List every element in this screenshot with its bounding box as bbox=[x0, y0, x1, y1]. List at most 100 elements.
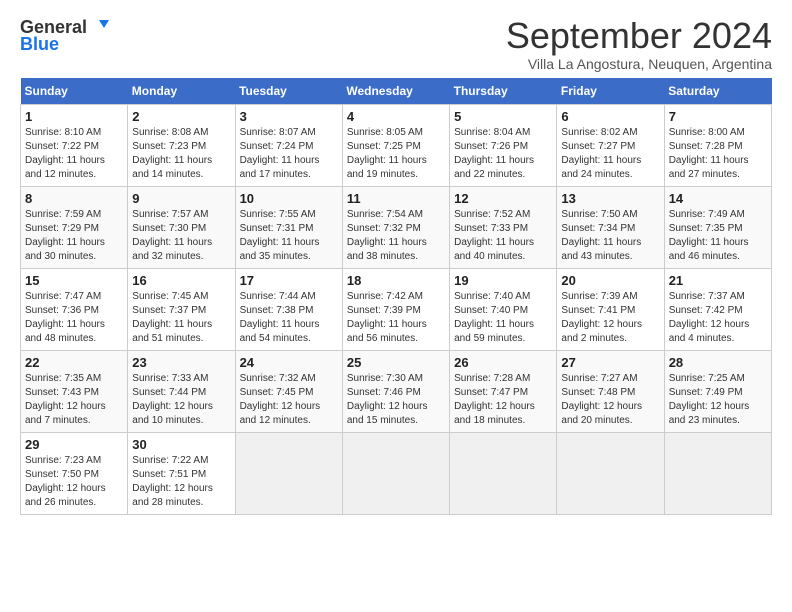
table-cell: 17 Sunrise: 7:44 AM Sunset: 7:38 PM Dayl… bbox=[235, 268, 342, 350]
day-number: 18 bbox=[347, 273, 445, 288]
month-title: September 2024 bbox=[506, 16, 772, 56]
day-info: Sunrise: 7:39 AM Sunset: 7:41 PM Dayligh… bbox=[561, 290, 659, 346]
day-number: 19 bbox=[454, 273, 552, 288]
day-number: 26 bbox=[454, 355, 552, 370]
logo: General Blue bbox=[20, 16, 111, 55]
day-info: Sunrise: 7:32 AM Sunset: 7:45 PM Dayligh… bbox=[240, 372, 338, 428]
table-cell bbox=[450, 432, 557, 514]
col-sunday: Sunday bbox=[21, 78, 128, 105]
day-info: Sunrise: 7:59 AM Sunset: 7:29 PM Dayligh… bbox=[25, 208, 123, 264]
calendar-row: 29 Sunrise: 7:23 AM Sunset: 7:50 PM Dayl… bbox=[21, 432, 772, 514]
day-info: Sunrise: 7:37 AM Sunset: 7:42 PM Dayligh… bbox=[669, 290, 767, 346]
table-cell: 28 Sunrise: 7:25 AM Sunset: 7:49 PM Dayl… bbox=[664, 350, 771, 432]
table-cell: 18 Sunrise: 7:42 AM Sunset: 7:39 PM Dayl… bbox=[342, 268, 449, 350]
table-cell: 26 Sunrise: 7:28 AM Sunset: 7:47 PM Dayl… bbox=[450, 350, 557, 432]
day-number: 15 bbox=[25, 273, 123, 288]
day-number: 4 bbox=[347, 109, 445, 124]
day-info: Sunrise: 7:35 AM Sunset: 7:43 PM Dayligh… bbox=[25, 372, 123, 428]
calendar-header-row: Sunday Monday Tuesday Wednesday Thursday… bbox=[21, 78, 772, 105]
day-number: 8 bbox=[25, 191, 123, 206]
day-number: 25 bbox=[347, 355, 445, 370]
day-number: 11 bbox=[347, 191, 445, 206]
day-number: 27 bbox=[561, 355, 659, 370]
table-cell: 7 Sunrise: 8:00 AM Sunset: 7:28 PM Dayli… bbox=[664, 104, 771, 186]
day-number: 5 bbox=[454, 109, 552, 124]
col-wednesday: Wednesday bbox=[342, 78, 449, 105]
table-cell: 21 Sunrise: 7:37 AM Sunset: 7:42 PM Dayl… bbox=[664, 268, 771, 350]
day-info: Sunrise: 7:52 AM Sunset: 7:33 PM Dayligh… bbox=[454, 208, 552, 264]
day-info: Sunrise: 7:42 AM Sunset: 7:39 PM Dayligh… bbox=[347, 290, 445, 346]
table-cell: 23 Sunrise: 7:33 AM Sunset: 7:44 PM Dayl… bbox=[128, 350, 235, 432]
table-cell: 12 Sunrise: 7:52 AM Sunset: 7:33 PM Dayl… bbox=[450, 186, 557, 268]
day-number: 23 bbox=[132, 355, 230, 370]
day-info: Sunrise: 7:54 AM Sunset: 7:32 PM Dayligh… bbox=[347, 208, 445, 264]
table-cell: 15 Sunrise: 7:47 AM Sunset: 7:36 PM Dayl… bbox=[21, 268, 128, 350]
day-number: 30 bbox=[132, 437, 230, 452]
day-info: Sunrise: 7:27 AM Sunset: 7:48 PM Dayligh… bbox=[561, 372, 659, 428]
day-info: Sunrise: 7:33 AM Sunset: 7:44 PM Dayligh… bbox=[132, 372, 230, 428]
col-friday: Friday bbox=[557, 78, 664, 105]
table-cell: 8 Sunrise: 7:59 AM Sunset: 7:29 PM Dayli… bbox=[21, 186, 128, 268]
day-info: Sunrise: 8:07 AM Sunset: 7:24 PM Dayligh… bbox=[240, 126, 338, 182]
day-number: 12 bbox=[454, 191, 552, 206]
day-info: Sunrise: 8:10 AM Sunset: 7:22 PM Dayligh… bbox=[25, 126, 123, 182]
table-cell: 27 Sunrise: 7:27 AM Sunset: 7:48 PM Dayl… bbox=[557, 350, 664, 432]
day-info: Sunrise: 7:28 AM Sunset: 7:47 PM Dayligh… bbox=[454, 372, 552, 428]
day-number: 3 bbox=[240, 109, 338, 124]
calendar-row: 8 Sunrise: 7:59 AM Sunset: 7:29 PM Dayli… bbox=[21, 186, 772, 268]
day-info: Sunrise: 7:50 AM Sunset: 7:34 PM Dayligh… bbox=[561, 208, 659, 264]
logo-text-blue: Blue bbox=[20, 34, 59, 55]
day-number: 22 bbox=[25, 355, 123, 370]
table-cell bbox=[664, 432, 771, 514]
day-info: Sunrise: 8:05 AM Sunset: 7:25 PM Dayligh… bbox=[347, 126, 445, 182]
day-info: Sunrise: 8:08 AM Sunset: 7:23 PM Dayligh… bbox=[132, 126, 230, 182]
table-cell: 25 Sunrise: 7:30 AM Sunset: 7:46 PM Dayl… bbox=[342, 350, 449, 432]
day-info: Sunrise: 8:02 AM Sunset: 7:27 PM Dayligh… bbox=[561, 126, 659, 182]
logo-bird-icon bbox=[89, 16, 111, 38]
calendar-row: 1 Sunrise: 8:10 AM Sunset: 7:22 PM Dayli… bbox=[21, 104, 772, 186]
location-subtitle: Villa La Angostura, Neuquen, Argentina bbox=[506, 56, 772, 72]
table-cell bbox=[342, 432, 449, 514]
table-cell: 1 Sunrise: 8:10 AM Sunset: 7:22 PM Dayli… bbox=[21, 104, 128, 186]
day-info: Sunrise: 8:00 AM Sunset: 7:28 PM Dayligh… bbox=[669, 126, 767, 182]
day-info: Sunrise: 7:55 AM Sunset: 7:31 PM Dayligh… bbox=[240, 208, 338, 264]
day-info: Sunrise: 7:47 AM Sunset: 7:36 PM Dayligh… bbox=[25, 290, 123, 346]
table-cell: 6 Sunrise: 8:02 AM Sunset: 7:27 PM Dayli… bbox=[557, 104, 664, 186]
calendar-row: 15 Sunrise: 7:47 AM Sunset: 7:36 PM Dayl… bbox=[21, 268, 772, 350]
day-info: Sunrise: 8:04 AM Sunset: 7:26 PM Dayligh… bbox=[454, 126, 552, 182]
table-cell: 10 Sunrise: 7:55 AM Sunset: 7:31 PM Dayl… bbox=[235, 186, 342, 268]
day-number: 20 bbox=[561, 273, 659, 288]
table-cell: 14 Sunrise: 7:49 AM Sunset: 7:35 PM Dayl… bbox=[664, 186, 771, 268]
day-info: Sunrise: 7:49 AM Sunset: 7:35 PM Dayligh… bbox=[669, 208, 767, 264]
table-cell: 30 Sunrise: 7:22 AM Sunset: 7:51 PM Dayl… bbox=[128, 432, 235, 514]
table-cell: 20 Sunrise: 7:39 AM Sunset: 7:41 PM Dayl… bbox=[557, 268, 664, 350]
day-number: 16 bbox=[132, 273, 230, 288]
day-number: 7 bbox=[669, 109, 767, 124]
table-cell: 13 Sunrise: 7:50 AM Sunset: 7:34 PM Dayl… bbox=[557, 186, 664, 268]
table-cell: 29 Sunrise: 7:23 AM Sunset: 7:50 PM Dayl… bbox=[21, 432, 128, 514]
table-cell: 9 Sunrise: 7:57 AM Sunset: 7:30 PM Dayli… bbox=[128, 186, 235, 268]
day-info: Sunrise: 7:22 AM Sunset: 7:51 PM Dayligh… bbox=[132, 454, 230, 510]
day-number: 13 bbox=[561, 191, 659, 206]
title-block: September 2024 Villa La Angostura, Neuqu… bbox=[506, 16, 772, 72]
col-tuesday: Tuesday bbox=[235, 78, 342, 105]
day-number: 21 bbox=[669, 273, 767, 288]
table-cell bbox=[235, 432, 342, 514]
day-number: 24 bbox=[240, 355, 338, 370]
day-info: Sunrise: 7:30 AM Sunset: 7:46 PM Dayligh… bbox=[347, 372, 445, 428]
day-info: Sunrise: 7:23 AM Sunset: 7:50 PM Dayligh… bbox=[25, 454, 123, 510]
day-number: 14 bbox=[669, 191, 767, 206]
day-number: 17 bbox=[240, 273, 338, 288]
table-cell: 2 Sunrise: 8:08 AM Sunset: 7:23 PM Dayli… bbox=[128, 104, 235, 186]
day-number: 28 bbox=[669, 355, 767, 370]
table-cell: 3 Sunrise: 8:07 AM Sunset: 7:24 PM Dayli… bbox=[235, 104, 342, 186]
page-header: General Blue September 2024 Villa La Ang… bbox=[20, 16, 772, 72]
col-saturday: Saturday bbox=[664, 78, 771, 105]
day-info: Sunrise: 7:40 AM Sunset: 7:40 PM Dayligh… bbox=[454, 290, 552, 346]
table-cell: 11 Sunrise: 7:54 AM Sunset: 7:32 PM Dayl… bbox=[342, 186, 449, 268]
day-number: 2 bbox=[132, 109, 230, 124]
table-cell: 24 Sunrise: 7:32 AM Sunset: 7:45 PM Dayl… bbox=[235, 350, 342, 432]
table-cell: 16 Sunrise: 7:45 AM Sunset: 7:37 PM Dayl… bbox=[128, 268, 235, 350]
col-monday: Monday bbox=[128, 78, 235, 105]
day-number: 29 bbox=[25, 437, 123, 452]
